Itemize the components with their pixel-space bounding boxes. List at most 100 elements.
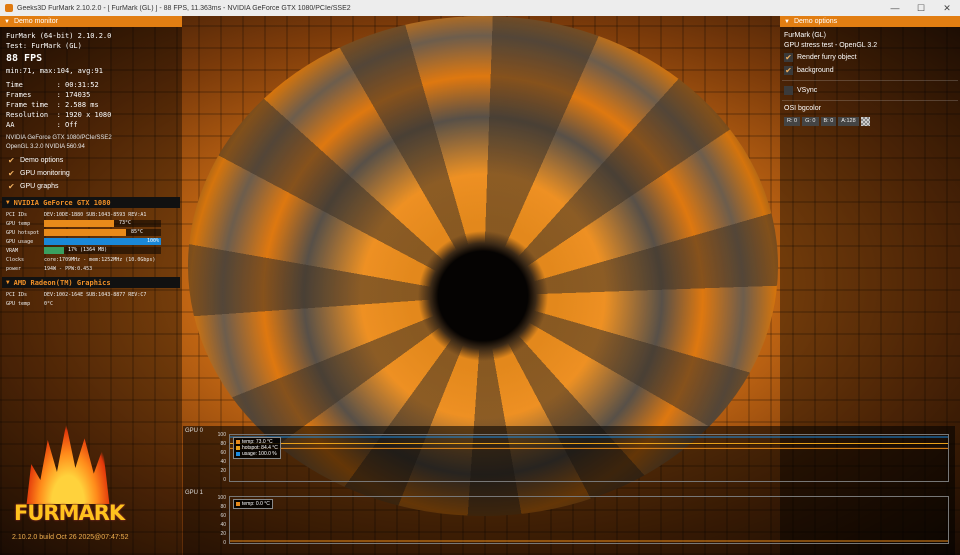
pci-value: DEV:1002-164E SUB:1043-8877 REV:C7 [44,291,147,298]
checkmark-icon: ✔ [8,181,15,191]
gpu1-vram-row: VRAM 17% (1364 MB) [0,246,182,255]
hotspot-bar: 85°C [44,229,161,236]
gpu1-ytick: 60 [220,513,226,519]
close-button[interactable]: ✕ [934,0,960,16]
legend-swatch [236,440,240,444]
color-swatch-icon[interactable] [860,117,870,126]
maximize-button[interactable]: ☐ [908,0,934,16]
bgcolor-r-field[interactable]: R: 0 [784,117,801,126]
pci-value: DEV:10DE-1B80 SUB:1043-8593 REV:A1 [44,211,147,218]
stat-resolution: Resolution : 1920 x 1080 [6,111,112,119]
fps-readout: 88 FPS [6,53,43,64]
stat-frame-time: Frame time : 2.588 ms [6,101,99,109]
gpu1-power-row: power 194W - PPW:0.453 [0,264,182,273]
temp-value: 0°C [44,300,54,307]
vram-bar-fill [44,247,64,254]
bgcolor-editor: R: 0 G: 0 B: 0 A:128 [780,117,960,126]
bgcolor-b-field[interactable]: B: 0 [820,117,837,126]
panel-title: Demo monitor [13,18,58,25]
gpu0-ytick: 40 [220,459,226,465]
gpu-name: AMD Radeon(TM) Graphics [13,278,111,287]
clocks-value: core:1709MHz - mem:1252MHz (10.0Gbps) [44,256,156,263]
build-string: 2.10.2.0 build Oct 26 2025@07:47:52 [12,534,129,541]
gpu1-plot [230,540,948,542]
gpu1-hotspot-row: GPU hotspot 85°C [0,228,182,237]
gpu1-ytick: 40 [220,522,226,528]
collapse-triangle-icon: ▼ [6,279,10,286]
vram-value: 17% (1364 MB) [68,247,108,253]
hotspot-label: GPU hotspot [6,229,40,236]
gpu1-temp-row: GPU temp 73°C [0,219,182,228]
gpu0-ytick: 60 [220,450,226,456]
vsync-checkbox[interactable]: VSync [780,84,960,97]
gpu0-plot [230,436,948,449]
render-furry-checkbox[interactable]: ✔ Render furry object [780,51,960,64]
power-label: power [6,265,22,272]
checkmark-icon: ✔ [8,155,15,165]
legend-label: temp: 0.0 °C [242,501,270,507]
demo-options-header[interactable]: ▼ Demo options [780,16,960,27]
temp-bar: 73°C [44,220,161,227]
temp-value: 73°C [118,220,131,226]
collapse-triangle-icon: ▼ [784,18,790,25]
gpu-graphs-panel: GPU 0 100 80 60 40 20 0 temp: 73.0 °C ho… [183,426,955,555]
bgcolor-g-field[interactable]: G: 0 [802,117,819,126]
gpu1-legend: temp: 0.0 °C [233,499,273,509]
checkmark-icon: ✔ [784,53,793,62]
usage-bar: 100% [44,238,161,245]
gpu0-graph: temp: 73.0 °C hotspot: 84.4 °C usage: 10… [229,434,949,482]
collapse-triangle-icon: ▼ [6,199,10,206]
gpu1-graph-title: GPU 1 [185,490,204,496]
furmark-logo: FURMARK [14,424,125,534]
test-name: Test: FurMark (GL) [6,42,82,50]
vram-label: VRAM [6,247,19,254]
gpu1-usage-row: GPU usage 100% [0,237,182,246]
stat-time: Time : 00:31:52 [6,81,99,89]
hotspot-bar-fill [44,229,126,236]
power-value: 194W - PPW:0.453 [44,265,93,272]
background-checkbox[interactable]: ✔ background [780,64,960,77]
gpu1-ytick: 100 [217,495,226,501]
minimize-button[interactable]: — [882,0,908,16]
demo-monitor-header[interactable]: ▼ Demo monitor [0,16,182,27]
option-label: Demo options [20,157,64,164]
legend-swatch [236,446,240,450]
window-titlebar: Geeks3D FurMark 2.10.2.0 - [ FurMark (GL… [0,0,960,16]
panel-title: Demo options [793,18,838,25]
gpu0-ytick: 20 [220,468,226,474]
opengl-version: OpenGL 3.2.0 NVIDIA 560.94 [6,144,85,150]
renderer-name: NVIDIA GeForce GTX 1080/PCIe/SSE2 [6,135,112,141]
temp-label: GPU temp [6,220,31,227]
gpu-nvidia-header[interactable]: ▼ NVIDIA GeForce GTX 1080 [2,197,180,208]
demo-subtitle: GPU stress test - OpenGL 3.2 [784,42,878,49]
stat-frames: Frames : 174035 [6,91,91,99]
option-gpu-monitoring[interactable]: ✔ GPU monitoring [0,167,182,180]
osi-bgcolor-label: OSI bgcolor [784,105,821,112]
flame-icon [26,424,110,504]
collapse-triangle-icon: ▼ [4,18,10,25]
checkbox-empty-icon [784,86,793,95]
option-demo-options[interactable]: ✔ Demo options [0,154,182,167]
option-gpu-graphs[interactable]: ✔ GPU graphs [0,180,182,193]
gpu0-ytick: 80 [220,441,226,447]
divider [782,80,958,81]
option-label: GPU graphs [20,183,59,190]
hotspot-value: 85°C [130,229,143,235]
gpu1-graph: temp: 0.0 °C [229,496,949,544]
gpu-amd-header[interactable]: ▼ AMD Radeon(TM) Graphics [2,277,180,288]
checkmark-icon: ✔ [8,168,15,178]
usage-bar-fill [44,238,161,245]
vram-bar: 17% (1364 MB) [44,247,161,254]
legend-label: usage: 100.0 % [242,451,277,457]
clocks-label: Clocks [6,256,25,263]
legend-item-temp: temp: 0.0 °C [236,501,270,507]
temp-label: GPU temp [6,300,31,307]
option-label: GPU monitoring [20,170,70,177]
gpu1-pci-row: PCI IDs DEV:10DE-1B80 SUB:1043-8593 REV:… [0,210,182,219]
checkbox-label: background [797,67,834,74]
gpu0-legend: temp: 73.0 °C hotspot: 84.4 °C usage: 10… [233,437,281,459]
pci-label: PCI IDs [6,211,28,218]
checkbox-label: Render furry object [797,54,857,61]
bgcolor-a-field[interactable]: A:128 [838,117,859,126]
gpu2-temp-row: GPU temp 0°C [0,299,182,308]
